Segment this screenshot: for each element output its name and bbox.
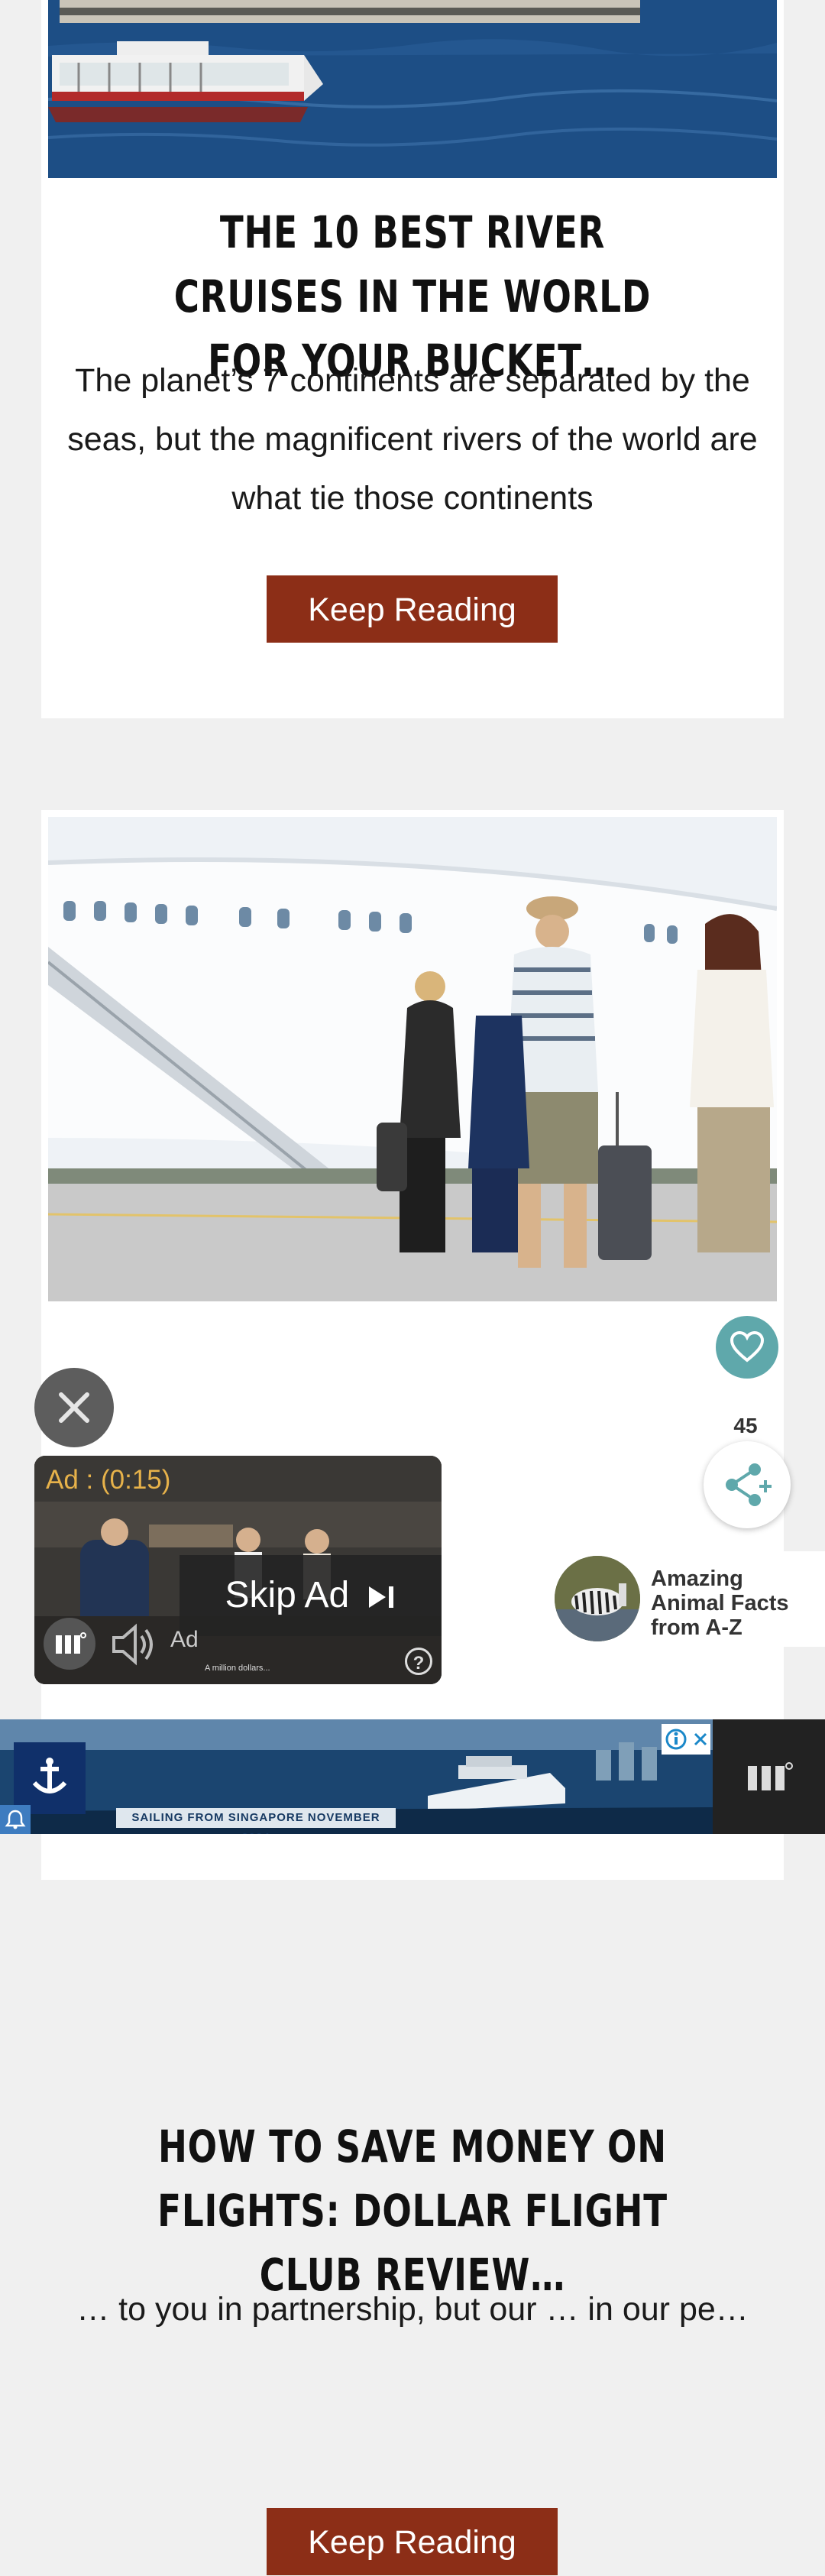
animal-facts-promo[interactable]: Amazing Animal Facts from A-Z — [550, 1551, 825, 1647]
ad-caption: A million dollars... — [205, 1664, 270, 1673]
cruise-brand-logo-icon — [14, 1742, 86, 1814]
article-image-river-cruise[interactable] — [48, 0, 777, 178]
zebra-thumbnail — [555, 1556, 640, 1641]
skip-icon — [368, 1586, 393, 1609]
article-image-airplane-boarding[interactable] — [48, 817, 777, 1301]
skip-ad-button[interactable]: Skip Ad — [180, 1555, 442, 1636]
article-title[interactable]: HOW TO SAVE MONEY ON FLIGHTS: DOLLAR FLI… — [147, 2114, 678, 2307]
ad-timer: Ad : (0:15) — [46, 1465, 171, 1495]
notification-bell-icon[interactable] — [0, 1805, 31, 1834]
close-ad-button[interactable] — [34, 1368, 114, 1447]
favorite-button[interactable] — [716, 1316, 778, 1379]
ad-label: Ad — [170, 1627, 199, 1652]
article-excerpt: … to you in partnership, but our … in ou… — [76, 2291, 749, 2328]
share-button[interactable] — [704, 1441, 791, 1528]
article-card: THE 10 BEST RIVER CRUISES IN THE WORLD F… — [41, 0, 784, 718]
speaker-icon — [112, 1623, 153, 1666]
ad-help-icon[interactable]: ? — [405, 1648, 432, 1675]
bottom-banner-ad[interactable]: SAILING FROM SINGAPORE NOVEMBER 2024 — [0, 1719, 713, 1834]
heart-icon — [730, 1331, 765, 1363]
info-icon[interactable] — [665, 1728, 688, 1751]
mute-toggle[interactable] — [108, 1618, 161, 1675]
ad-choices[interactable] — [662, 1724, 710, 1755]
close-icon — [59, 1392, 89, 1423]
skip-ad-label: Skip Ad — [225, 1575, 350, 1615]
promo-text: Amazing Animal Facts from A-Z — [651, 1567, 789, 1640]
video-ad-player[interactable]: Ad : (0:15) Skip Ad Ad A million dollars… — [34, 1456, 442, 1684]
banner-ad-caption: SAILING FROM SINGAPORE NOVEMBER 2024 — [116, 1808, 396, 1834]
keep-reading-button[interactable]: Keep Reading — [267, 2508, 558, 2575]
keep-reading-button[interactable]: Keep Reading — [267, 575, 558, 643]
publisher-logo-icon — [44, 1618, 95, 1670]
share-icon — [726, 1463, 772, 1506]
close-icon[interactable] — [693, 1732, 708, 1747]
publisher-logo-icon[interactable] — [713, 1719, 825, 1834]
article-excerpt: The planet’s 7 continents are separated … — [67, 362, 758, 517]
